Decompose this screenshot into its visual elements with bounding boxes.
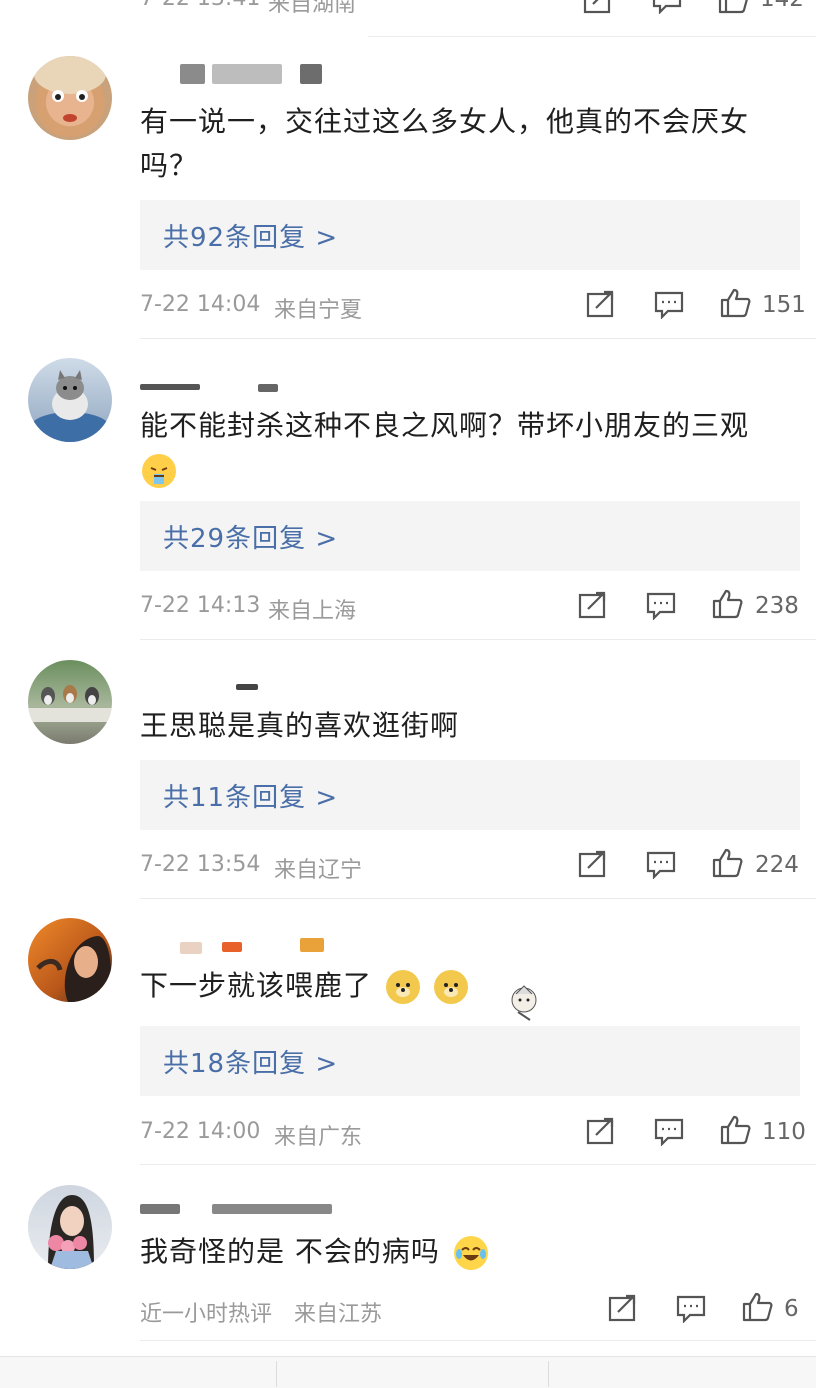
like-count: 224 — [755, 852, 799, 878]
reply-count-link[interactable]: 共11条回复 > — [163, 777, 338, 814]
divider — [140, 1340, 816, 1341]
comment-icon[interactable] — [646, 851, 676, 879]
comment-time: 7-22 14:04 — [140, 292, 261, 317]
reply-box[interactable]: 共29条回复 > — [140, 501, 800, 571]
divider — [140, 639, 816, 640]
comment-icon[interactable] — [654, 1118, 684, 1146]
comment-time: 7-22 14:13 — [140, 593, 261, 618]
comment-time: 7-22 14:00 — [140, 1119, 261, 1144]
tears-of-joy-icon — [453, 1236, 488, 1270]
share-icon[interactable] — [586, 1117, 616, 1145]
like-count: 6 — [784, 1296, 799, 1322]
bottom-toolbar — [0, 1356, 816, 1388]
avatar[interactable] — [28, 660, 112, 744]
comment-text: 王思聪是真的喜欢逛街啊 — [140, 709, 460, 742]
like-count: 110 — [762, 1119, 806, 1145]
reply-box[interactable]: 共11条回复 > — [140, 760, 800, 830]
comment-location: 来自上海 — [268, 599, 357, 624]
reply-count-link[interactable]: 共29条回复 > — [163, 518, 338, 555]
like-icon[interactable] — [720, 1115, 752, 1145]
divider — [140, 1164, 816, 1165]
comment-text-content: 能不能封杀这种不良之风啊？带坏小朋友的三观 — [140, 409, 750, 442]
reply-count-link[interactable]: 共18条回复 > — [163, 1043, 338, 1080]
like-count: 151 — [762, 292, 806, 318]
hot-comment-label: 近一小时热评 — [140, 1302, 273, 1327]
comment-icon[interactable] — [676, 1295, 706, 1323]
like-icon[interactable] — [712, 848, 744, 878]
toolbar-separator — [548, 1361, 549, 1387]
comment-text-content: 我奇怪的是 不会的病吗 — [140, 1235, 440, 1268]
divider — [368, 36, 816, 37]
doge-icon — [433, 970, 468, 1004]
comment-time: 7-22 13:41 — [140, 0, 260, 11]
comment-icon[interactable] — [654, 291, 684, 319]
comment-time: 7-22 13:54 — [140, 852, 261, 877]
like-icon[interactable] — [718, 0, 750, 14]
comment-icon[interactable] — [646, 592, 676, 620]
reply-box[interactable]: 共92条回复 > — [140, 200, 800, 270]
avatar[interactable] — [28, 358, 112, 442]
reply-box[interactable]: 共18条回复 > — [140, 1026, 800, 1096]
reply-count-link[interactable]: 共92条回复 > — [163, 217, 338, 254]
comment-location: 来自宁夏 — [274, 298, 363, 323]
share-icon[interactable] — [578, 591, 608, 619]
steaming-face-icon — [142, 454, 176, 488]
like-icon[interactable] — [742, 1292, 774, 1322]
divider — [140, 898, 816, 899]
avatar[interactable] — [28, 918, 112, 1002]
comment-icon[interactable] — [652, 0, 682, 14]
divider — [140, 338, 816, 339]
share-icon[interactable] — [608, 1294, 638, 1322]
like-icon[interactable] — [720, 288, 752, 318]
comment-text: 我奇怪的是 不会的病吗 — [140, 1230, 790, 1274]
comment-text: 下一步就该喂鹿了 — [140, 964, 790, 1008]
like-count: 142 — [760, 0, 804, 12]
avatar[interactable] — [28, 56, 112, 140]
doge-icon — [385, 970, 420, 1004]
like-icon[interactable] — [712, 589, 744, 619]
comment-location: 来自江苏 — [294, 1302, 383, 1327]
comment-location: 来自广东 — [274, 1125, 363, 1150]
share-icon[interactable] — [578, 850, 608, 878]
toolbar-separator — [276, 1361, 277, 1387]
comment-text-content: 下一步就该喂鹿了 — [140, 969, 373, 1002]
like-count: 238 — [755, 593, 799, 619]
avatar[interactable] — [28, 1185, 112, 1269]
sticker-icon — [498, 980, 552, 1024]
comment-text: 有一说一，交往过这么多女人，他真的不会厌女吗？ — [140, 105, 750, 182]
share-icon[interactable] — [586, 290, 616, 318]
comment-location: 来自湖南 — [268, 0, 357, 17]
comment-location: 来自辽宁 — [274, 858, 363, 883]
comment-text: 能不能封杀这种不良之风啊？带坏小朋友的三观 — [140, 404, 790, 492]
share-icon[interactable] — [583, 0, 613, 14]
